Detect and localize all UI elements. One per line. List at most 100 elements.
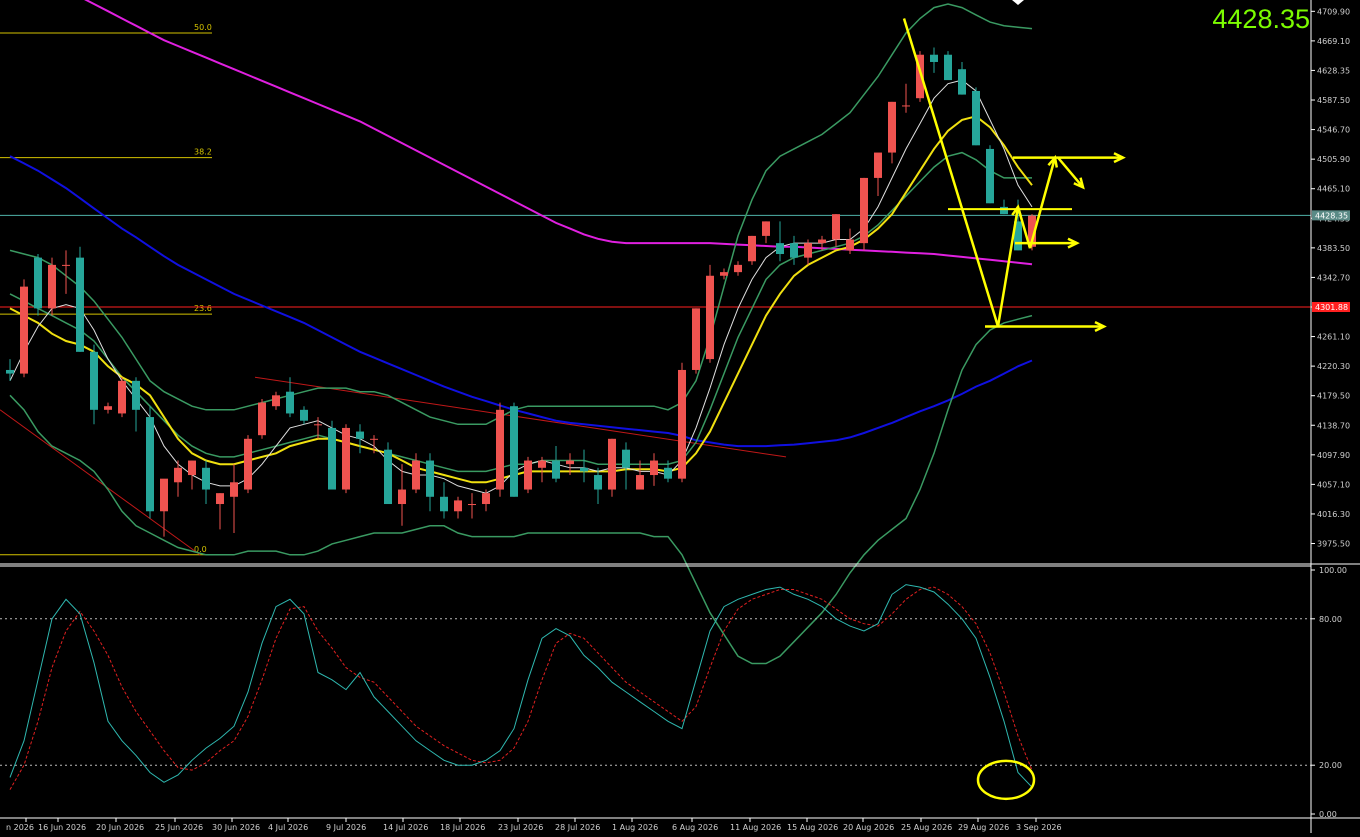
date-label: 14 Jul 2026 (383, 823, 428, 832)
date-label: 3 Sep 2026 (1016, 823, 1062, 832)
chart-area[interactable]: 50.0 38.2 23.6 0.0 4709.90 4669.10 4628.35 458… (0, 0, 1360, 833)
candle-body (664, 467, 672, 479)
candle-body (328, 427, 336, 490)
fib-level-label: 23.6 (194, 304, 212, 313)
candle-body (776, 243, 784, 255)
date-label: 16 Jun 2026 (38, 823, 86, 832)
candle-body (636, 475, 644, 490)
candle-body (902, 105, 910, 107)
candle-body (678, 369, 686, 479)
price-tick-label: 4097.90 (1317, 451, 1350, 460)
candle-body (34, 257, 42, 309)
candle-body (48, 264, 56, 309)
candle-body (986, 148, 994, 204)
candle-body (20, 286, 28, 374)
candle-body (958, 69, 966, 95)
red-level-tag-label: 4301.88 (1315, 303, 1348, 312)
price-tick-label: 4220.30 (1317, 362, 1350, 371)
candle-body (594, 475, 602, 490)
price-tick-label: 3975.50 (1317, 540, 1350, 549)
candle-body (370, 438, 378, 440)
oscillator-tick-label: 20.00 (1319, 761, 1342, 770)
date-label: 30 Jun 2026 (212, 823, 260, 832)
candle-body (384, 449, 392, 505)
date-label: 4 Jul 2026 (268, 823, 308, 832)
candle-body (76, 257, 84, 352)
candle-body (440, 496, 448, 512)
date-label: 23 Jul 2026 (498, 823, 543, 832)
candle-body (342, 427, 350, 490)
price-tick-label: 4587.50 (1317, 96, 1350, 105)
date-label: 25 Jun 2026 (155, 823, 203, 832)
candle-body (244, 438, 252, 490)
candle-body (650, 460, 658, 476)
oscillator-tick-label: 0.00 (1319, 810, 1337, 819)
candle-body (580, 467, 588, 472)
price-tick-label: 4342.70 (1317, 273, 1350, 282)
candle-body (160, 478, 168, 512)
candle-body (818, 239, 826, 244)
date-label: 20 Aug 2026 (843, 823, 894, 832)
price-tick-label: 4383.50 (1317, 244, 1350, 253)
candle-body (622, 449, 630, 468)
date-label: 20 Jun 2026 (96, 823, 144, 832)
candle-body (706, 275, 714, 360)
price-tick-label: 4179.50 (1317, 392, 1350, 401)
candle-body (468, 504, 476, 506)
date-label: 29 Aug 2026 (958, 823, 1009, 832)
candle-body (496, 409, 504, 490)
candle-body (356, 431, 364, 439)
candle-body (972, 90, 980, 146)
candle-body (62, 264, 70, 266)
candle-body (286, 391, 294, 414)
candle-body (412, 460, 420, 490)
price-tick-label: 4505.90 (1317, 155, 1350, 164)
price-tick-label: 4261.10 (1317, 333, 1350, 342)
candle-body (146, 417, 154, 512)
candle-body (566, 460, 574, 465)
candle-body (832, 214, 840, 240)
candle-body (804, 243, 812, 258)
price-tick-label: 4465.10 (1317, 185, 1350, 194)
candle-body (104, 406, 112, 410)
candle-body (300, 409, 308, 421)
chart-svg: 50.038.223.60.0 4709.904669.104628.35458… (0, 0, 1360, 833)
date-label: 6 Aug 2026 (672, 823, 718, 832)
date-label: 15 Aug 2026 (787, 823, 838, 832)
candle-body (524, 460, 532, 490)
candle-body (454, 500, 462, 512)
candle-body (426, 460, 434, 497)
candle-body (6, 369, 14, 374)
oscillator-tick-label: 100.00 (1319, 566, 1347, 575)
candle-body (1000, 206, 1008, 215)
date-label: 25 Aug 2026 (901, 823, 952, 832)
candle-body (132, 380, 140, 410)
candle-body (510, 406, 518, 497)
candle-body (846, 239, 854, 251)
candle-body (720, 272, 728, 276)
candle-body (944, 54, 952, 81)
candle-body (608, 438, 616, 490)
price-tick-label: 4669.10 (1317, 37, 1350, 46)
candle-body (874, 152, 882, 178)
candle-body (538, 460, 546, 468)
oscillator-tick-label: 80.00 (1319, 615, 1342, 624)
current-price-display: 4428.35 (1212, 4, 1310, 34)
candle-body (888, 101, 896, 153)
candle-body (258, 402, 266, 436)
candle-body (90, 351, 98, 410)
price-tick-label: 4709.90 (1317, 7, 1350, 16)
candle-body (118, 380, 126, 414)
price-tick-label: 4057.10 (1317, 480, 1350, 489)
fib-level-label: 50.0 (194, 23, 212, 32)
date-label: 9 Jul 2026 (326, 823, 366, 832)
candle-body (692, 308, 700, 370)
price-tick-label: 4138.70 (1317, 421, 1350, 430)
candle-body (216, 493, 224, 505)
date-label: 18 Jul 2026 (440, 823, 485, 832)
candle-body (174, 467, 182, 483)
date-label: 28 Jul 2026 (555, 823, 600, 832)
candle-body (860, 177, 868, 244)
candle-body (314, 424, 322, 426)
price-tick-label: 4546.70 (1317, 126, 1350, 135)
